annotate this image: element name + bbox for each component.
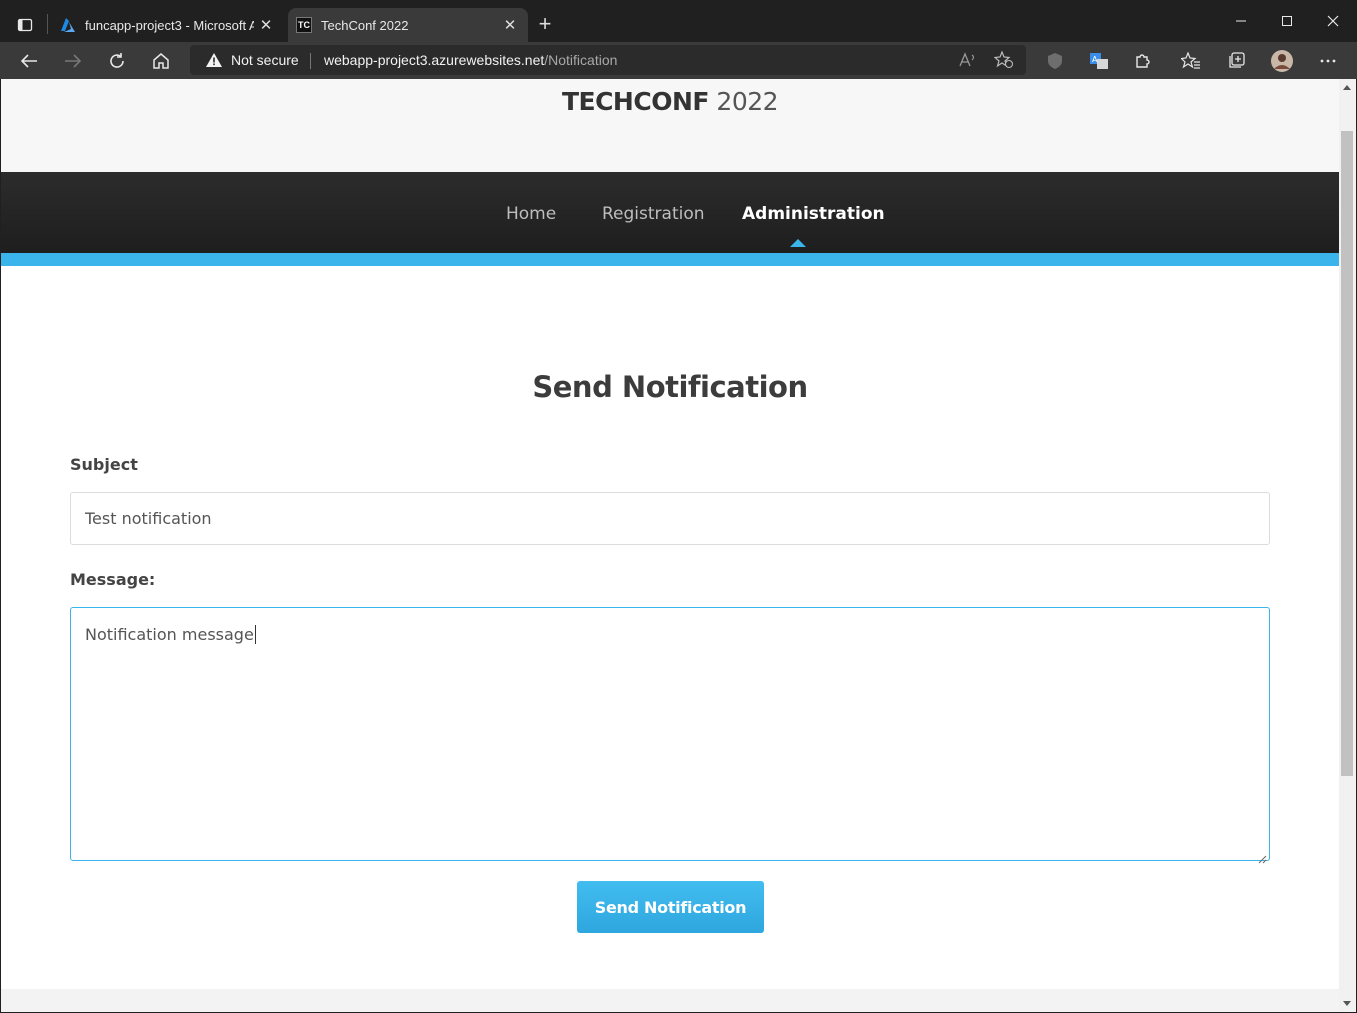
azure-icon bbox=[60, 17, 76, 33]
site-header: TECHCONF 2022 bbox=[1, 79, 1339, 172]
message-textarea[interactable]: Notification message bbox=[70, 607, 1270, 864]
nav-registration[interactable]: Registration bbox=[602, 204, 705, 224]
brand-year: 2022 bbox=[708, 87, 779, 116]
maximize-icon[interactable] bbox=[1264, 6, 1310, 36]
shield-icon[interactable] bbox=[1040, 46, 1070, 76]
tab-strip: funcapp-project3 - Microsoft Azure ✕ TC … bbox=[0, 0, 1357, 42]
tc-icon: TC bbox=[296, 17, 312, 33]
accent-bar bbox=[1, 253, 1339, 266]
tab-actions-icon[interactable] bbox=[14, 14, 36, 36]
new-tab-icon[interactable]: + bbox=[533, 11, 557, 36]
tab-title: TechConf 2022 bbox=[321, 17, 409, 33]
close-tab-icon[interactable]: ✕ bbox=[254, 13, 278, 37]
vertical-scrollbar[interactable] bbox=[1339, 79, 1356, 1012]
url-path: /Notification bbox=[544, 52, 618, 68]
extensions-icon[interactable] bbox=[1128, 46, 1158, 76]
address-bar[interactable]: Not secure webapp-project3.azurewebsites… bbox=[190, 45, 1026, 75]
tab-techconf[interactable]: TC TechConf 2022 ✕ bbox=[288, 8, 528, 42]
url-host: webapp-project3.azurewebsites.net bbox=[324, 52, 545, 68]
page-title: Send Notification bbox=[532, 370, 808, 404]
message-label: Message: bbox=[70, 570, 156, 589]
profile-avatar[interactable] bbox=[1267, 46, 1297, 76]
browser-toolbar: Not secure webapp-project3.azurewebsites… bbox=[0, 42, 1357, 79]
text-cursor bbox=[254, 625, 256, 644]
more-menu-icon[interactable] bbox=[1313, 46, 1343, 76]
active-nav-indicator bbox=[790, 239, 806, 247]
site-brand[interactable]: TECHCONF 2022 bbox=[1, 87, 1339, 116]
main-nav: Home Registration Administration bbox=[1, 172, 1339, 253]
close-tab-icon[interactable]: ✕ bbox=[498, 13, 522, 37]
security-status[interactable]: Not secure bbox=[231, 52, 299, 68]
back-icon[interactable] bbox=[14, 46, 44, 76]
send-notification-button[interactable]: Send Notification bbox=[577, 881, 764, 933]
browser-window: funcapp-project3 - Microsoft Azure ✕ TC … bbox=[0, 0, 1357, 1013]
minimize-icon[interactable] bbox=[1218, 6, 1264, 36]
read-aloud-icon[interactable] bbox=[957, 49, 979, 71]
brand-name: TECHCONF bbox=[561, 87, 710, 116]
url-text[interactable]: webapp-project3.azurewebsites.net/Notifi… bbox=[324, 52, 617, 68]
scrollbar-thumb[interactable] bbox=[1341, 131, 1353, 776]
forward-icon[interactable] bbox=[58, 46, 88, 76]
tab-separator bbox=[47, 14, 48, 34]
resize-grip-icon[interactable] bbox=[1258, 849, 1267, 864]
translate-icon[interactable]: A bbox=[1084, 46, 1114, 76]
subject-input[interactable]: Test notification bbox=[70, 492, 1270, 545]
nav-administration[interactable]: Administration bbox=[742, 204, 885, 224]
subject-label: Subject bbox=[70, 455, 138, 474]
home-icon[interactable] bbox=[146, 46, 176, 76]
scroll-up-icon[interactable] bbox=[1343, 85, 1351, 90]
warning-icon[interactable] bbox=[206, 53, 222, 67]
favorites-icon[interactable] bbox=[1176, 46, 1206, 76]
refresh-icon[interactable] bbox=[102, 46, 132, 76]
svg-text:A: A bbox=[1092, 55, 1098, 64]
tab-azure[interactable]: funcapp-project3 - Microsoft Azure ✕ bbox=[52, 8, 284, 42]
add-favorite-icon[interactable] bbox=[993, 49, 1015, 71]
scroll-down-icon[interactable] bbox=[1343, 1001, 1351, 1006]
tab-title: funcapp-project3 - Microsoft Azure bbox=[85, 17, 254, 33]
address-separator bbox=[310, 53, 311, 69]
collections-icon[interactable] bbox=[1221, 46, 1251, 76]
footer bbox=[1, 989, 1339, 1012]
close-window-icon[interactable] bbox=[1310, 6, 1356, 36]
page-viewport: TECHCONF 2022 Home Registration Administ… bbox=[1, 79, 1356, 1012]
message-text: Notification message bbox=[85, 625, 254, 644]
nav-home[interactable]: Home bbox=[506, 204, 556, 224]
